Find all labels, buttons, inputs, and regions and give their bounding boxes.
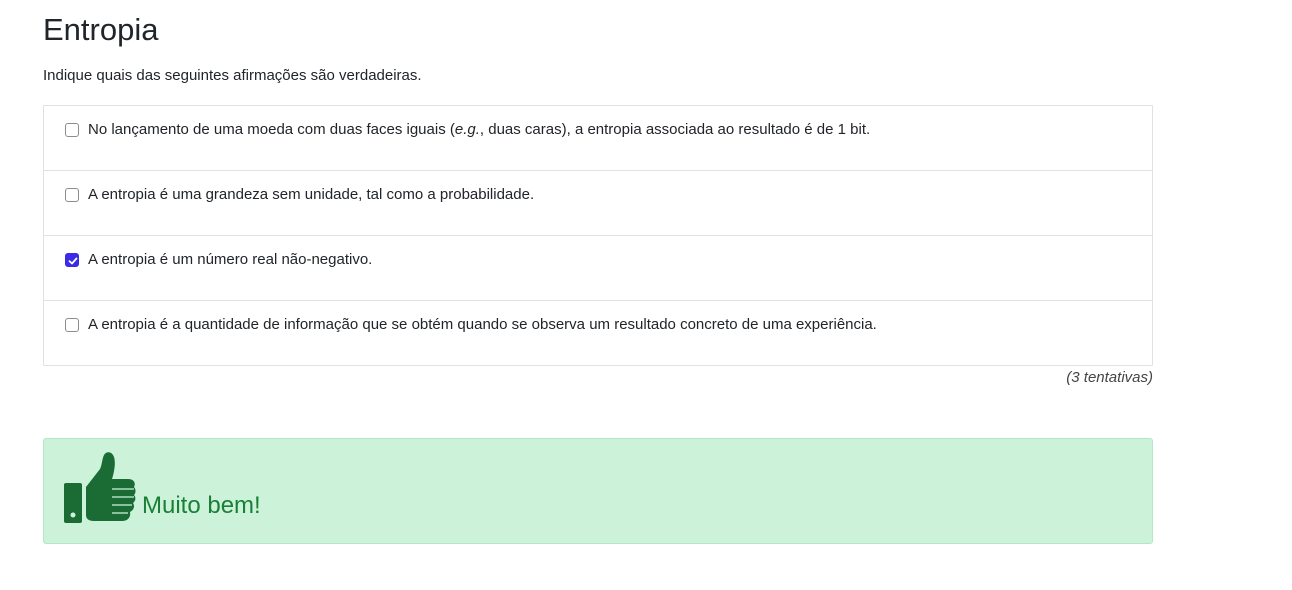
- option-1-text-after: , duas caras), a entropia associada ao r…: [479, 121, 871, 138]
- option-4[interactable]: A entropia é a quantidade de informação …: [44, 301, 1152, 365]
- option-1-checkbox[interactable]: [65, 123, 79, 137]
- option-3-checkbox[interactable]: [65, 253, 79, 267]
- option-3-label[interactable]: A entropia é um número real não-negativo…: [88, 250, 372, 270]
- attempts-count: (3 tentativas): [1066, 369, 1153, 386]
- option-1[interactable]: No lançamento de uma moeda com duas face…: [44, 106, 1152, 171]
- question-prompt: Indique quais das seguintes afirmações s…: [43, 67, 422, 84]
- option-4-label[interactable]: A entropia é a quantidade de informação …: [88, 315, 877, 335]
- question-title: Entropia: [43, 12, 159, 47]
- option-1-text-italic: e.g.: [454, 121, 480, 138]
- option-1-label[interactable]: No lançamento de uma moeda com duas face…: [88, 120, 870, 140]
- option-2-checkbox[interactable]: [65, 188, 79, 202]
- option-1-text-before: No lançamento de uma moeda com duas face…: [88, 121, 455, 138]
- checkmark-icon: [68, 257, 78, 265]
- option-2[interactable]: A entropia é uma grandeza sem unidade, t…: [44, 171, 1152, 236]
- option-3[interactable]: A entropia é um número real não-negativo…: [44, 236, 1152, 301]
- options-list: No lançamento de uma moeda com duas face…: [43, 105, 1153, 366]
- feedback-box: Muito bem!: [43, 438, 1153, 544]
- option-4-checkbox[interactable]: [65, 318, 79, 332]
- thumbs-up-icon: [64, 452, 136, 523]
- feedback-message: Muito bem!: [142, 492, 261, 519]
- option-2-label[interactable]: A entropia é uma grandeza sem unidade, t…: [88, 185, 534, 205]
